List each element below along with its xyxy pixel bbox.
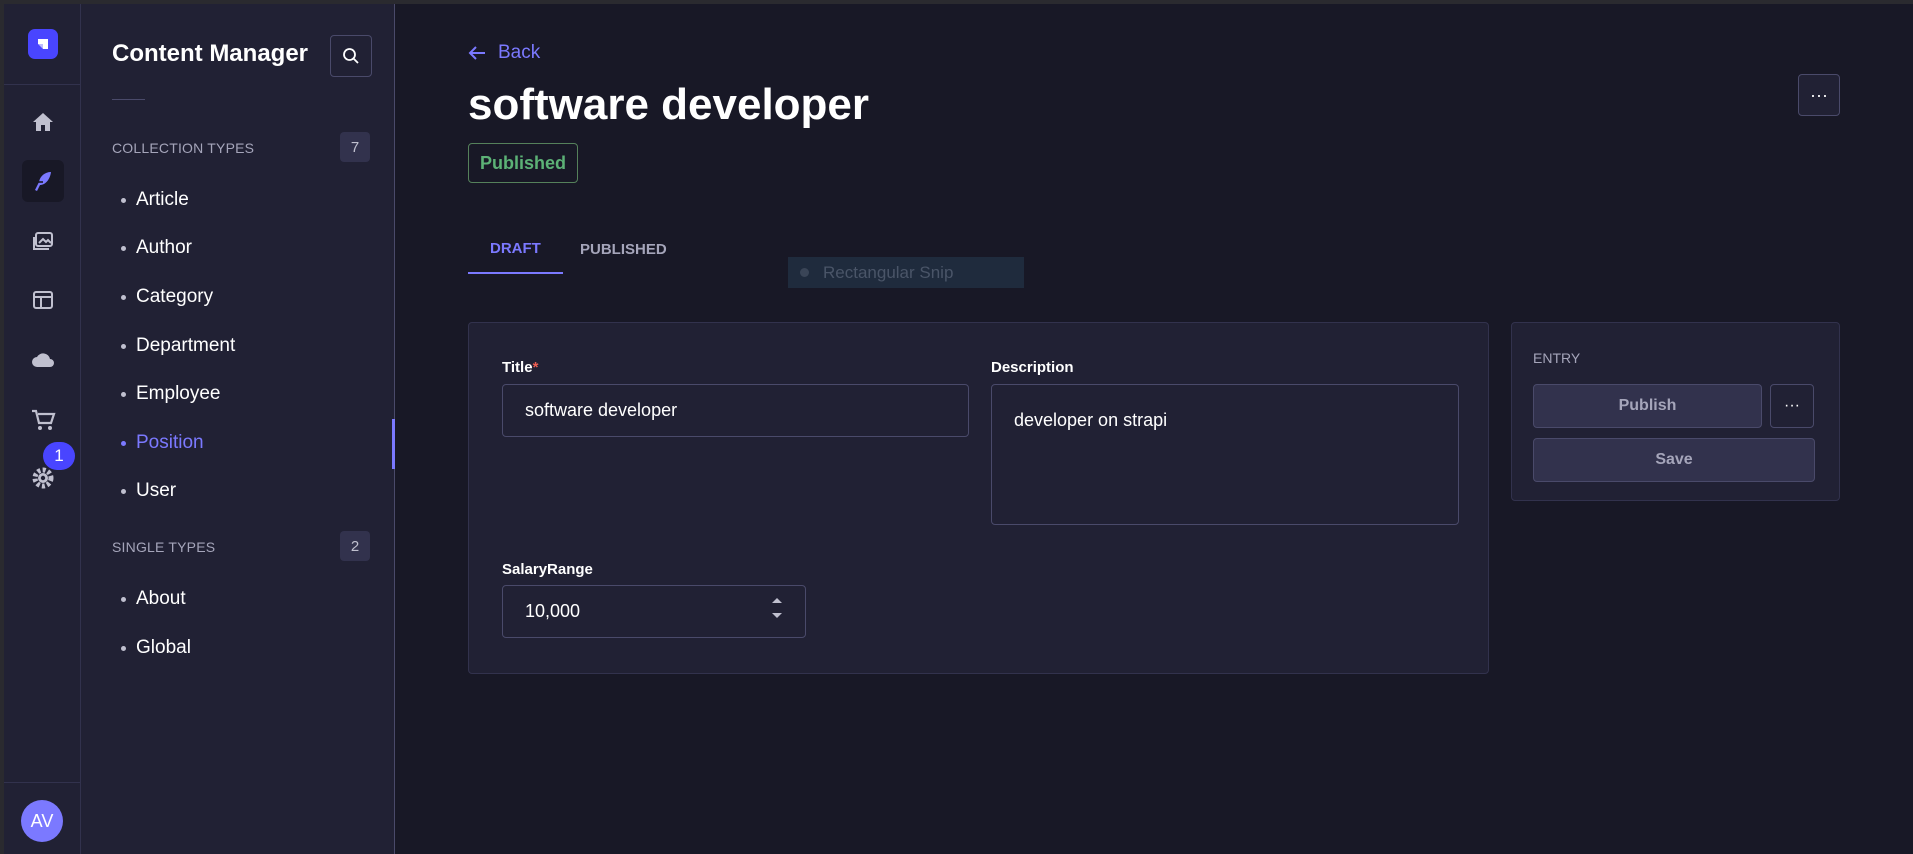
- entry-panel: ENTRY Publish ··· Save: [1511, 322, 1840, 501]
- rail-divider: [4, 782, 81, 783]
- single-types-heading: SINGLE TYPES: [112, 539, 216, 555]
- rail-divider: [4, 84, 81, 85]
- nav-item-label: Employee: [136, 383, 221, 404]
- app-window: 1 AV Content Manager COLLECTION TYPES 7 …: [4, 4, 1913, 854]
- content-type-builder-icon[interactable]: [22, 279, 64, 321]
- edit-view: Back software developer ··· Published DR…: [395, 4, 1913, 854]
- nav-item-label: Category: [136, 286, 214, 307]
- bullet-dot: [121, 440, 126, 446]
- bullet-dot: [121, 343, 126, 349]
- nav-item-position[interactable]: Position: [112, 428, 382, 458]
- collection-types-count: 7: [340, 132, 370, 162]
- page-title: software developer: [468, 80, 870, 129]
- tab-published[interactable]: PUBLISHED: [558, 224, 689, 274]
- nav-item-label: User: [136, 480, 177, 501]
- bullet-dot: [121, 391, 126, 397]
- nav-item-label: Position: [136, 432, 204, 453]
- fields-card: Title* Description developer on strapi S…: [468, 322, 1489, 674]
- bullet-dot: [121, 488, 126, 494]
- nav-item-author[interactable]: Author: [112, 233, 382, 263]
- number-stepper[interactable]: [771, 596, 783, 620]
- cloud-icon[interactable]: [22, 339, 64, 381]
- salary-value: 10,000: [525, 601, 581, 621]
- search-button[interactable]: [330, 35, 372, 77]
- title-field-label: Title*: [502, 359, 539, 376]
- description-textarea[interactable]: developer on strapi: [991, 384, 1459, 525]
- strapi-logo[interactable]: [28, 29, 58, 59]
- home-icon[interactable]: [22, 101, 64, 143]
- salary-range-label: SalaryRange: [502, 561, 593, 578]
- nav-item-label: Article: [136, 189, 189, 210]
- collection-types-heading: COLLECTION TYPES: [112, 140, 255, 156]
- content-manager-icon[interactable]: [22, 160, 64, 202]
- bullet-dot: [121, 596, 126, 602]
- entry-heading: ENTRY: [1533, 350, 1581, 366]
- description-field-label: Description: [991, 359, 1074, 376]
- search-icon: [343, 48, 359, 64]
- nav-item-user[interactable]: User: [112, 476, 382, 506]
- caret-up-icon[interactable]: [771, 596, 783, 604]
- caret-down-icon[interactable]: [771, 612, 783, 620]
- marketplace-cart-icon[interactable]: [22, 399, 64, 441]
- nav-item-article[interactable]: Article: [112, 185, 382, 215]
- main-nav-rail: 1 AV: [4, 4, 81, 854]
- user-avatar[interactable]: AV: [21, 800, 63, 842]
- salary-range-input[interactable]: 10,000: [502, 585, 806, 638]
- notification-badge: 1: [43, 442, 75, 470]
- back-label: Back: [498, 42, 541, 63]
- publish-button[interactable]: Publish: [1533, 384, 1762, 428]
- more-horizontal-icon: ···: [1810, 84, 1828, 105]
- nav-item-employee[interactable]: Employee: [112, 379, 382, 409]
- more-actions-button[interactable]: ···: [1798, 74, 1840, 116]
- snip-dot-icon: [800, 268, 809, 277]
- nav-item-global[interactable]: Global: [112, 633, 382, 663]
- arrow-left-icon: [468, 46, 485, 60]
- bullet-dot: [121, 294, 126, 300]
- single-types-count: 2: [340, 531, 370, 561]
- status-badge: Published: [468, 143, 579, 183]
- nav-item-category[interactable]: Category: [112, 282, 382, 312]
- rectangular-snip-overlay: Rectangular Snip: [788, 257, 1024, 288]
- bullet-dot: [121, 645, 126, 651]
- title-input[interactable]: [502, 384, 969, 437]
- back-link[interactable]: Back: [468, 42, 540, 64]
- required-asterisk: *: [532, 359, 539, 376]
- subnav-title: Content Manager: [112, 40, 309, 67]
- more-horizontal-icon: ···: [1784, 397, 1800, 414]
- nav-item-about[interactable]: About: [112, 584, 382, 614]
- nav-item-label: Department: [136, 335, 236, 356]
- save-button[interactable]: Save: [1533, 438, 1815, 482]
- nav-item-department[interactable]: Department: [112, 331, 382, 361]
- content-manager-subnav: Content Manager COLLECTION TYPES 7 Artic…: [81, 4, 395, 854]
- bullet-dot: [121, 245, 126, 251]
- subnav-divider: [112, 99, 145, 100]
- snip-label: Rectangular Snip: [823, 262, 954, 282]
- tab-draft[interactable]: DRAFT: [468, 224, 563, 274]
- nav-item-label: Author: [136, 237, 192, 258]
- nav-item-label: Global: [136, 637, 191, 658]
- media-library-icon[interactable]: [22, 220, 64, 262]
- entry-more-button[interactable]: ···: [1770, 384, 1814, 428]
- nav-item-label: About: [136, 588, 186, 609]
- bullet-dot: [121, 197, 126, 203]
